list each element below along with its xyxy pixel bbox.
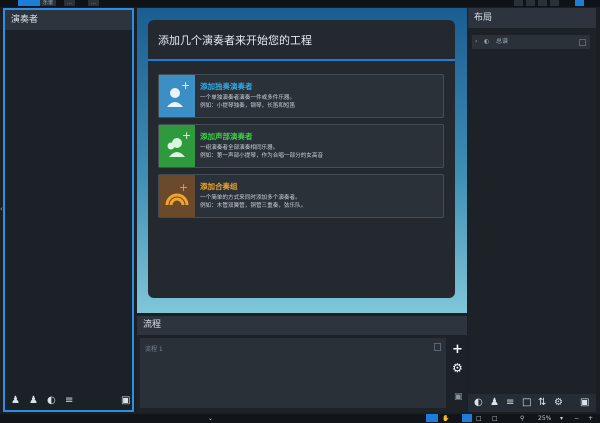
- flow-checkbox[interactable]: [434, 343, 441, 351]
- toolbar-button[interactable]: [538, 0, 547, 6]
- add-section-player-option[interactable]: + 添加声部演奏者 一组演奏者全部演奏相同乐器。 例如：第一声部小提琴，作为合唱一…: [158, 124, 444, 168]
- list-icon[interactable]: ≡: [506, 397, 514, 408]
- tab-write[interactable]: 乐谱: [40, 0, 57, 6]
- flows-panel: 流程 流程 1 + ⚙ ▣: [137, 316, 467, 412]
- add-layout-icon[interactable]: ◐: [474, 397, 483, 408]
- start-heading: 添加几个演奏者来开始您的工程: [148, 20, 455, 61]
- flow-label: 流程 1: [145, 346, 163, 353]
- add-solo-player-title: 添加独奏演奏者: [200, 82, 253, 91]
- layouts-panel-title: 布局: [468, 8, 596, 28]
- add-ensemble-option[interactable]: + 添加合奏组 一个简单的方式来同时添加多个演奏者。 例如：木管双簧管，铜管三重奏…: [158, 174, 444, 218]
- ensemble-icon: +: [159, 175, 195, 217]
- players-toolbar: ♟ ♟ ◐ ≡ ▣: [11, 392, 131, 406]
- plus-icon[interactable]: +: [452, 342, 463, 357]
- sort-icon[interactable]: ⇅: [538, 397, 546, 408]
- add-section-player-icon[interactable]: ♟: [29, 395, 38, 406]
- add-ensemble-icon[interactable]: ◐: [47, 395, 56, 406]
- zoom-dropdown-icon[interactable]: ▾: [560, 414, 563, 423]
- zoom-out-icon[interactable]: −: [574, 414, 579, 423]
- layout-checkbox[interactable]: [579, 39, 586, 46]
- toolbar-button[interactable]: [514, 0, 523, 6]
- chevron-right-icon[interactable]: ›: [475, 35, 477, 49]
- gear-icon[interactable]: ⚙: [452, 361, 463, 375]
- toolbar-button-active[interactable]: [575, 0, 584, 6]
- layout-item-label: 总谱: [496, 38, 509, 45]
- add-section-player-desc: 一组演奏者全部演奏相同乐器。 例如：第一声部小提琴，作为合唱一部分的女高音: [200, 145, 324, 159]
- zoom-in-icon[interactable]: +: [588, 414, 593, 423]
- zoom-level[interactable]: 25%: [538, 414, 551, 423]
- trash-icon[interactable]: ▣: [580, 397, 589, 408]
- players-panel-title: 演奏者: [5, 10, 132, 30]
- flow-card[interactable]: 流程 1: [140, 338, 446, 408]
- tab-engrave[interactable]: …: [64, 0, 75, 6]
- start-card: 添加几个演奏者来开始您的工程 + 添加独奏演奏者 一个单独演奏者演奏一件或多件乐…: [148, 20, 455, 298]
- toolbar-button[interactable]: [526, 0, 535, 6]
- players-panel: 演奏者 ♟ ♟ ◐ ≡ ▣: [3, 8, 134, 412]
- layouts-panel: 布局 › ◐ 总谱 ◐ ♟ ≡ □ ⇅ ⚙ ▣: [468, 8, 596, 412]
- add-solo-player-option[interactable]: + 添加独奏演奏者 一个单独演奏者演奏一件或多件乐器。 例如：小提琴独奏，钢琴，长…: [158, 74, 444, 118]
- view-mode-icon[interactable]: [426, 414, 438, 422]
- tab-play[interactable]: …: [88, 0, 99, 6]
- trash-icon[interactable]: ▣: [121, 395, 130, 406]
- svg-text:+: +: [182, 129, 191, 142]
- page-view-icon[interactable]: [462, 414, 472, 422]
- hand-icon[interactable]: ✋: [442, 414, 449, 423]
- spread-view-icon[interactable]: □: [492, 414, 498, 423]
- solo-player-icon: +: [159, 75, 195, 117]
- zoom-icon[interactable]: ⚲: [520, 414, 524, 423]
- status-bar: ⌄ ✋ □ □ ⚲ 25% ▾ − +: [0, 414, 600, 423]
- list-icon[interactable]: ≡: [65, 395, 73, 406]
- layouts-toolbar: ◐ ♟ ≡ □ ⇅ ⚙ ▣: [468, 394, 596, 412]
- layout-item[interactable]: › ◐ 总谱: [472, 35, 590, 49]
- section-player-icon: +: [159, 125, 195, 167]
- top-toolbar: 乐谱 … …: [0, 0, 600, 7]
- svg-text:+: +: [179, 181, 188, 194]
- add-ensemble-title: 添加合奏组: [200, 182, 238, 191]
- layout-view-icon[interactable]: □: [476, 414, 482, 423]
- layout-type-icon: ◐: [484, 38, 490, 45]
- chevron-down-icon[interactable]: ⌄: [208, 414, 213, 423]
- flows-panel-title: 流程: [137, 316, 467, 335]
- add-solo-player-icon[interactable]: ♟: [11, 395, 20, 406]
- add-solo-player-desc: 一个单独演奏者演奏一件或多件乐器。 例如：小提琴独奏，钢琴，长笛和短笛: [200, 95, 296, 109]
- toolbar-button[interactable]: [550, 0, 559, 6]
- start-area: 添加几个演奏者来开始您的工程 + 添加独奏演奏者 一个单独演奏者演奏一件或多件乐…: [137, 8, 467, 313]
- add-ensemble-desc: 一个简单的方式来同时添加多个演奏者。 例如：木管双簧管，铜管三重奏，弦乐队。: [200, 195, 307, 209]
- add-section-player-title: 添加声部演奏者: [200, 132, 253, 141]
- collapse-left-chevron-icon[interactable]: ‹: [0, 205, 3, 213]
- gear-icon[interactable]: ⚙: [554, 397, 563, 408]
- svg-text:+: +: [181, 79, 190, 92]
- add-player-layout-icon[interactable]: ♟: [490, 397, 499, 408]
- page-icon[interactable]: □: [522, 397, 531, 408]
- trash-icon[interactable]: ▣: [454, 392, 463, 402]
